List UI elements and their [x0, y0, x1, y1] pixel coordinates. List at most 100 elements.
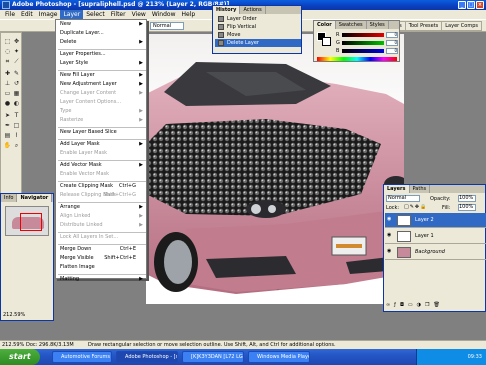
- dodge-tool-icon[interactable]: ◐: [12, 99, 21, 108]
- taskbar-item[interactable]: Automotive Forums .c...: [52, 351, 112, 363]
- menu-edit[interactable]: Edit: [18, 10, 36, 19]
- visibility-eye-icon[interactable]: ◉: [387, 217, 393, 222]
- taskbar-item-active[interactable]: Adobe Photoshop - [s...: [116, 351, 178, 363]
- tab-actions[interactable]: Actions: [240, 6, 266, 14]
- menu-view[interactable]: View: [129, 10, 149, 19]
- history-step[interactable]: Layer Order: [215, 15, 301, 23]
- tab-layers[interactable]: Layers: [384, 185, 410, 193]
- pen-tool-icon[interactable]: ✒: [3, 121, 12, 130]
- shape-tool-icon[interactable]: □: [12, 121, 21, 130]
- menu-file[interactable]: File: [2, 10, 18, 19]
- lock-icons[interactable]: □✎✥🔒: [404, 204, 428, 210]
- menu-layer[interactable]: Layer: [60, 10, 84, 19]
- color-slider-g[interactable]: G 0: [336, 40, 398, 46]
- tab-navigator[interactable]: Navigator: [17, 194, 53, 202]
- path-selection-tool-icon[interactable]: ➤: [3, 111, 12, 120]
- layer-menu-item[interactable]: Merge Visible Shift+Ctrl+E: [56, 255, 146, 262]
- panel-background-swatch[interactable]: [322, 37, 331, 46]
- status-zoom[interactable]: 212.59%: [2, 341, 24, 349]
- layer-row[interactable]: ◉ Background: [385, 245, 486, 260]
- layer-menu-item[interactable]: New Adjustment Layer ▶: [56, 81, 146, 88]
- fill-field[interactable]: 100%: [458, 204, 476, 211]
- navigator-thumbnail[interactable]: [5, 206, 49, 236]
- layer-menu-item[interactable]: New Layer Based Slice: [56, 129, 146, 136]
- navigator-view-box[interactable]: [20, 213, 42, 231]
- color-slider-b[interactable]: B 0: [336, 48, 398, 54]
- well-tab-layer-comps[interactable]: Layer Comps: [441, 22, 481, 30]
- layer-menu-item[interactable]: New ▶: [56, 21, 146, 28]
- layer-row[interactable]: ◉ Layer 1: [385, 229, 486, 244]
- menu-select[interactable]: Select: [83, 10, 108, 19]
- layer-style-icon[interactable]: ƒ: [394, 302, 396, 310]
- color-ramp[interactable]: [317, 57, 397, 61]
- link-icon[interactable]: ∞: [386, 302, 390, 310]
- channel-value[interactable]: 0: [386, 32, 398, 38]
- new-layer-icon[interactable]: ❐: [425, 302, 429, 310]
- marquee-tool-icon[interactable]: ⬚: [3, 37, 12, 46]
- tab-color[interactable]: Color: [314, 21, 336, 29]
- layer-menu-item[interactable]: Flatten Image: [56, 264, 146, 271]
- layer-menu-item[interactable]: Create Clipping Mask Ctrl+G: [56, 183, 146, 190]
- layer-menu-item[interactable]: Layer Style ▶: [56, 60, 146, 67]
- menu-image[interactable]: Image: [36, 10, 61, 19]
- color-slider-r[interactable]: R 0: [336, 32, 398, 38]
- channel-bar[interactable]: [342, 41, 384, 45]
- zoom-tool-icon[interactable]: ⌕: [12, 141, 21, 150]
- layer-blend-mode-select[interactable]: Normal: [386, 195, 420, 202]
- type-tool-icon[interactable]: T: [12, 111, 21, 120]
- menu-filter[interactable]: Filter: [108, 10, 129, 19]
- visibility-eye-icon[interactable]: ◉: [387, 249, 393, 254]
- maximize-button[interactable]: □: [467, 1, 475, 9]
- menu-help[interactable]: Help: [179, 10, 199, 19]
- new-set-icon[interactable]: ▭: [408, 302, 413, 310]
- layer-menu-item[interactable]: Arrange ▶: [56, 204, 146, 211]
- layer-menu-item[interactable]: Duplicate Layer...: [56, 30, 146, 37]
- lasso-tool-icon[interactable]: ◌: [3, 47, 12, 56]
- layer-menu-item[interactable]: Matting ▶: [56, 276, 146, 283]
- layer-row[interactable]: ◉ Layer 2: [385, 213, 486, 228]
- history-step[interactable]: Move: [215, 31, 301, 39]
- add-mask-icon[interactable]: ◘: [400, 302, 404, 310]
- tab-styles[interactable]: Styles: [367, 21, 389, 29]
- blur-tool-icon[interactable]: ●: [3, 99, 12, 108]
- eraser-tool-icon[interactable]: ▭: [3, 89, 12, 98]
- healing-brush-tool-icon[interactable]: ✚: [3, 69, 12, 78]
- start-button[interactable]: start: [0, 349, 40, 365]
- history-step-selected[interactable]: Delete Layer: [215, 39, 301, 47]
- slice-tool-icon[interactable]: ⟋: [12, 57, 21, 66]
- visibility-eye-icon[interactable]: ◉: [387, 233, 393, 238]
- layer-menu-item[interactable]: Layer Properties...: [56, 51, 146, 58]
- move-tool-icon[interactable]: ✥: [12, 37, 21, 46]
- tab-paths[interactable]: Paths: [410, 185, 431, 193]
- brush-tool-icon[interactable]: ✎: [12, 69, 21, 78]
- tab-info[interactable]: Info: [1, 194, 18, 202]
- history-brush-tool-icon[interactable]: ↺: [12, 79, 21, 88]
- channel-value[interactable]: 0: [386, 48, 398, 54]
- layer-menu-item[interactable]: Add Vector Mask ▶: [56, 162, 146, 169]
- blend-mode-select[interactable]: Normal: [150, 22, 184, 30]
- hand-tool-icon[interactable]: ✋: [3, 141, 12, 150]
- crop-tool-icon[interactable]: ⌗: [3, 57, 12, 66]
- close-button[interactable]: ×: [476, 1, 484, 9]
- notes-tool-icon[interactable]: ▤: [3, 131, 12, 140]
- eyedropper-tool-icon[interactable]: ⌇: [12, 131, 21, 140]
- menu-window[interactable]: Window: [149, 10, 179, 19]
- clone-stamp-tool-icon[interactable]: ⊥: [3, 79, 12, 88]
- layer-menu-item[interactable]: New Fill Layer ▶: [56, 72, 146, 79]
- taskbar-item[interactable]: Windows Media Player: [248, 351, 310, 363]
- adjustment-layer-icon[interactable]: ◑: [417, 302, 421, 310]
- layer-menu-item[interactable]: Delete ▶: [56, 39, 146, 46]
- opacity-field[interactable]: 100%: [458, 195, 476, 202]
- tab-swatches[interactable]: Swatches: [336, 21, 367, 29]
- clock[interactable]: 09:33: [468, 354, 482, 360]
- trash-icon[interactable]: 🗑: [434, 302, 440, 310]
- minimize-button[interactable]: _: [458, 1, 466, 9]
- magic-wand-tool-icon[interactable]: ✦: [12, 47, 21, 56]
- navigator-zoom[interactable]: 212.59%: [3, 312, 25, 318]
- tab-history[interactable]: History: [213, 6, 241, 14]
- layer-menu-item[interactable]: Add Layer Mask ▶: [56, 141, 146, 148]
- layer-menu-item[interactable]: Merge Down Ctrl+E: [56, 246, 146, 253]
- channel-bar[interactable]: [342, 49, 384, 53]
- channel-bar[interactable]: [342, 33, 384, 37]
- gradient-tool-icon[interactable]: ▦: [12, 89, 21, 98]
